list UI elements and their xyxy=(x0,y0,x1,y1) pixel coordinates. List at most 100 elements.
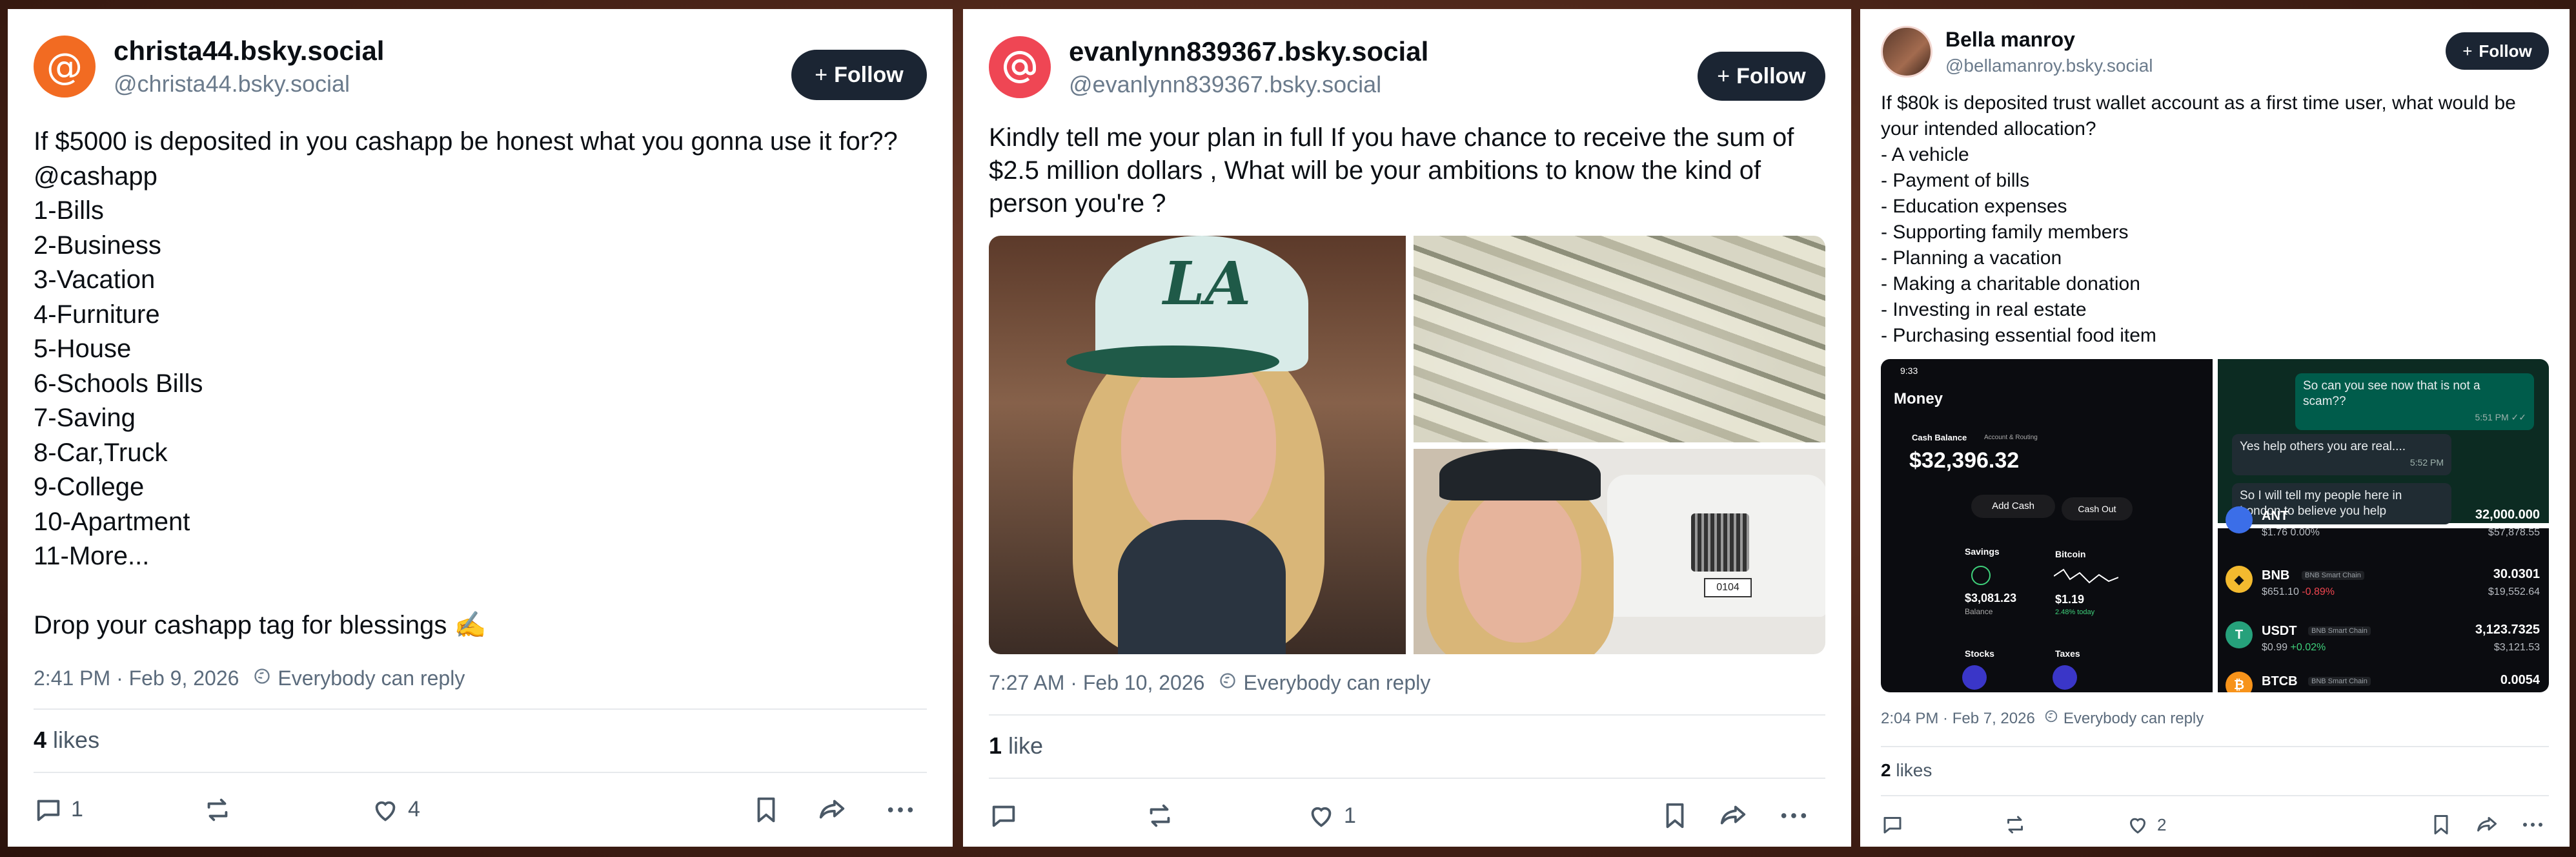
reply-setting[interactable]: Everybody can reply xyxy=(1243,671,1430,695)
plus-icon: + xyxy=(2462,41,2473,61)
crypto-row: ANT $1.76 0.00% 32,000.000 $57,878.55 xyxy=(2218,506,2549,552)
bookmark-button[interactable] xyxy=(2429,813,2453,836)
like-button[interactable]: 4 xyxy=(370,795,420,825)
heart-icon xyxy=(1311,807,1332,827)
repost-arrows-icon xyxy=(2007,816,2023,834)
display-name[interactable]: christa44.bsky.social xyxy=(114,36,384,67)
avatar[interactable]: @ xyxy=(34,36,96,98)
cash-balance-label: Cash Balance xyxy=(1912,433,1967,442)
speech-bubble-icon xyxy=(1883,817,1902,834)
share-button[interactable] xyxy=(816,795,848,825)
follow-label: Follow xyxy=(1736,63,1806,88)
follow-button[interactable]: + Follow xyxy=(1698,52,1825,101)
display-name[interactable]: Bella manroy xyxy=(1945,28,2153,52)
like-button[interactable]: 1 xyxy=(1306,801,1356,831)
repost-button[interactable] xyxy=(203,795,232,825)
heart-icon xyxy=(375,801,396,821)
post-timestamp[interactable]: 7:27 AM · Feb 10, 2026 xyxy=(989,671,1204,695)
repost-arrows-icon xyxy=(1150,804,1170,827)
photo-cash-stacks[interactable] xyxy=(1414,236,1825,442)
author-names: christa44.bsky.social @christa44.bsky.so… xyxy=(114,36,384,98)
post-text: If $80k is deposited trust wallet accoun… xyxy=(1881,92,2516,346)
divider xyxy=(989,714,1825,716)
post-card: @ christa44.bsky.social @christa44.bsky.… xyxy=(8,9,953,847)
post-text: If $5000 is deposited in you cashapp be … xyxy=(34,127,898,639)
phone-title: Money xyxy=(1894,390,1943,408)
follow-button[interactable]: + Follow xyxy=(2446,32,2549,70)
screenshot-crypto-wallet[interactable]: ANT $1.76 0.00% 32,000.000 $57,878.55 ◆ … xyxy=(2218,506,2549,692)
divider xyxy=(1881,746,2549,747)
likes-summary[interactable]: 4 likes xyxy=(34,727,927,754)
repost-button[interactable] xyxy=(1145,801,1175,831)
avatar[interactable] xyxy=(989,36,1051,98)
post-meta: 2:41 PM · Feb 9, 2026 Everybody can repl… xyxy=(34,666,927,690)
speech-bubble-icon xyxy=(37,800,60,821)
bitcoin-sub: 2.48% today xyxy=(2055,608,2095,616)
likes-label: likes xyxy=(1896,760,1932,780)
post-timestamp[interactable]: 2:04 PM · Feb 7, 2026 xyxy=(1881,710,2035,728)
phone-time: 9:33 xyxy=(1900,366,1918,376)
chat-text: So can you see now that is not a scam?? xyxy=(2303,379,2480,408)
repost-button[interactable] xyxy=(2003,813,2027,836)
handle[interactable]: @evanlynn839367.bsky.social xyxy=(1069,71,1428,98)
coin-icon xyxy=(2226,506,2253,533)
share-arrow-icon xyxy=(819,800,845,818)
cash-balance: $32,396.32 xyxy=(1909,448,2020,473)
more-button[interactable] xyxy=(1778,801,1810,831)
photo-woman-cap[interactable]: LA xyxy=(989,236,1406,654)
like-button[interactable]: 2 xyxy=(2126,813,2166,836)
plus-icon: + xyxy=(815,62,828,87)
bookmark-icon xyxy=(2434,815,2448,834)
bookmark-button[interactable] xyxy=(751,795,781,825)
reply-setting[interactable]: Everybody can reply xyxy=(2064,710,2204,728)
share-button[interactable] xyxy=(1717,801,1749,831)
share-button[interactable] xyxy=(2475,813,2499,836)
cap-logo: LA xyxy=(1163,249,1252,318)
coin-amount: 3,123.7325 xyxy=(2475,623,2540,637)
photo-woman-car[interactable]: 0104 xyxy=(1414,449,1825,654)
coin-symbol: BTCB xyxy=(2262,674,2298,688)
reply-button[interactable]: 1 xyxy=(34,795,83,825)
taxes-icon xyxy=(2053,665,2077,690)
more-button[interactable] xyxy=(2520,813,2546,836)
post-timestamp[interactable]: 2:41 PM · Feb 9, 2026 xyxy=(34,666,239,690)
likes-summary[interactable]: 1 like xyxy=(989,732,1825,759)
screenshot-cash-app[interactable]: 9:33 Money Cash Balance Account & Routin… xyxy=(1881,359,2213,692)
handle[interactable]: @bellamanroy.bsky.social xyxy=(1945,56,2153,76)
post-card: evanlynn839367.bsky.social @evanlynn8393… xyxy=(963,9,1851,847)
reply-setting[interactable]: Everybody can reply xyxy=(278,666,465,690)
repost-arrows-icon xyxy=(207,798,228,821)
reply-button[interactable] xyxy=(1881,813,1904,836)
avatar[interactable] xyxy=(1881,26,1932,77)
license-plate: 0104 xyxy=(1704,578,1752,597)
post-header: evanlynn839367.bsky.social @evanlynn8393… xyxy=(989,32,1825,102)
taxes-label: Taxes xyxy=(2055,648,2080,659)
btcb-coin-icon: ₿ xyxy=(2226,672,2253,692)
post-header: @ christa44.bsky.social @christa44.bsky.… xyxy=(34,32,927,101)
handle[interactable]: @christa44.bsky.social xyxy=(114,70,384,98)
coin-symbol: USDT xyxy=(2262,624,2297,638)
globe-reply-icon xyxy=(2044,709,2058,728)
likes-summary[interactable]: 2 likes xyxy=(1881,760,2549,781)
likes-count: 1 xyxy=(989,732,1002,759)
like-count: 4 xyxy=(408,797,420,821)
coin-chain: BNB Smart Chain xyxy=(2308,677,2371,686)
coin-amount: 32,000.000 xyxy=(2475,508,2540,522)
post-text: Kindly tell me your plan in full If you … xyxy=(989,123,1794,218)
author-names: evanlynn839367.bsky.social @evanlynn8393… xyxy=(1069,36,1428,98)
chat-bubble: So can you see now that is not a scam?? … xyxy=(2295,373,2534,430)
savings-label: Savings xyxy=(1965,546,2000,557)
bitcoin-label: Bitcoin xyxy=(2055,549,2086,559)
post-meta: 7:27 AM · Feb 10, 2026 Everybody can rep… xyxy=(989,671,1825,695)
more-button[interactable] xyxy=(884,795,917,825)
cash-out-button: Cash Out xyxy=(2062,497,2133,521)
display-name[interactable]: evanlynn839367.bsky.social xyxy=(1069,36,1428,67)
reply-button[interactable] xyxy=(989,801,1019,831)
screenshot-chat[interactable]: So can you see now that is not a scam?? … xyxy=(2218,359,2549,524)
image-grid: LA 0104 xyxy=(989,236,1825,654)
follow-button[interactable]: + Follow xyxy=(791,50,927,100)
divider xyxy=(34,708,927,710)
bookmark-button[interactable] xyxy=(1660,801,1690,831)
more-dots-icon xyxy=(2523,823,2542,827)
bookmark-icon xyxy=(1666,803,1684,829)
